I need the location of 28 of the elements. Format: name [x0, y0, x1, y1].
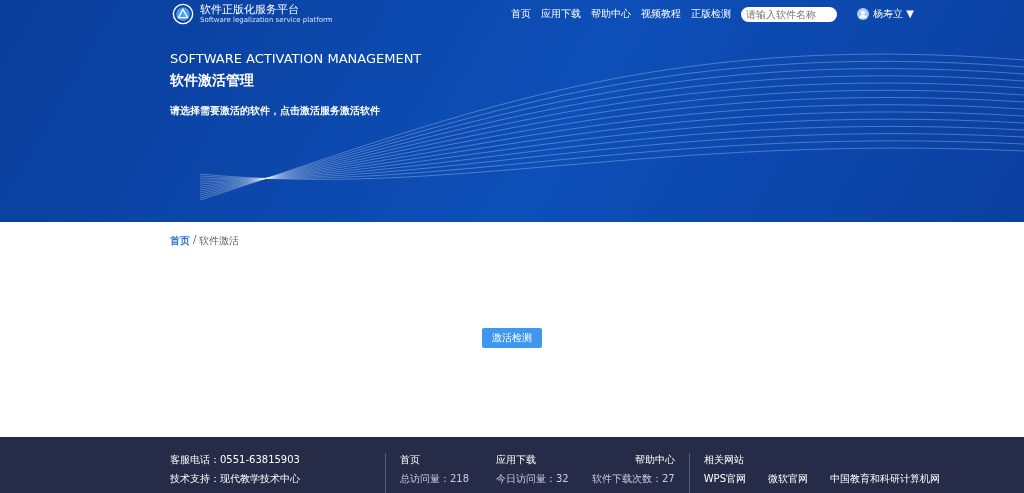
site-link[interactable]: WPS官网 [703, 472, 746, 486]
stat-text: 今日访问量：32 [496, 472, 570, 486]
nav-link[interactable]: 正版检测 [691, 7, 732, 21]
banner-title-english: SOFTWARE ACTIVATION MANAGEMENT [170, 51, 423, 66]
breadcrumb-separator: / [193, 234, 197, 247]
footer-link[interactable]: 帮助中心 [592, 453, 675, 467]
banner-subtitle: 请选择需要激活的软件，点击激活服务激活软件 [170, 104, 381, 118]
stat-text: 软件下载次数：27 [592, 472, 675, 486]
footer-link[interactable]: 首页 [400, 453, 496, 467]
logo-icon [172, 3, 194, 25]
logo-title: 软件正版化服务平台 [200, 3, 300, 16]
breadcrumb-current: 软件激活 [199, 234, 240, 248]
nav-link[interactable]: 帮助中心 [591, 7, 632, 21]
banner-title: 软件激活管理 [170, 72, 255, 90]
site-link[interactable]: 中国教育和科研计算机网 [830, 472, 940, 486]
nav-link[interactable]: 视频教程 [641, 7, 682, 21]
contact-text: 客服电话：0551-63815903 [170, 453, 301, 467]
stat-text: 总访问量：218 [400, 472, 471, 486]
breadcrumb-home-link[interactable]: 首页 [170, 234, 190, 248]
user-menu[interactable]: 杨寿立 ▼ [873, 7, 914, 21]
related-sites-title: 相关网站 [703, 453, 745, 467]
nav-link[interactable]: 首页 [511, 7, 532, 21]
site-link[interactable]: 微软官网 [768, 472, 808, 486]
footer-link[interactable]: 应用下载 [496, 453, 592, 467]
search-field[interactable]: 请输入软件名称 [741, 6, 838, 22]
contact-text: 技术支持：现代教学技术中心 [170, 472, 301, 486]
nav-link[interactable]: 应用下载 [541, 7, 582, 21]
avatar-icon [857, 8, 870, 20]
